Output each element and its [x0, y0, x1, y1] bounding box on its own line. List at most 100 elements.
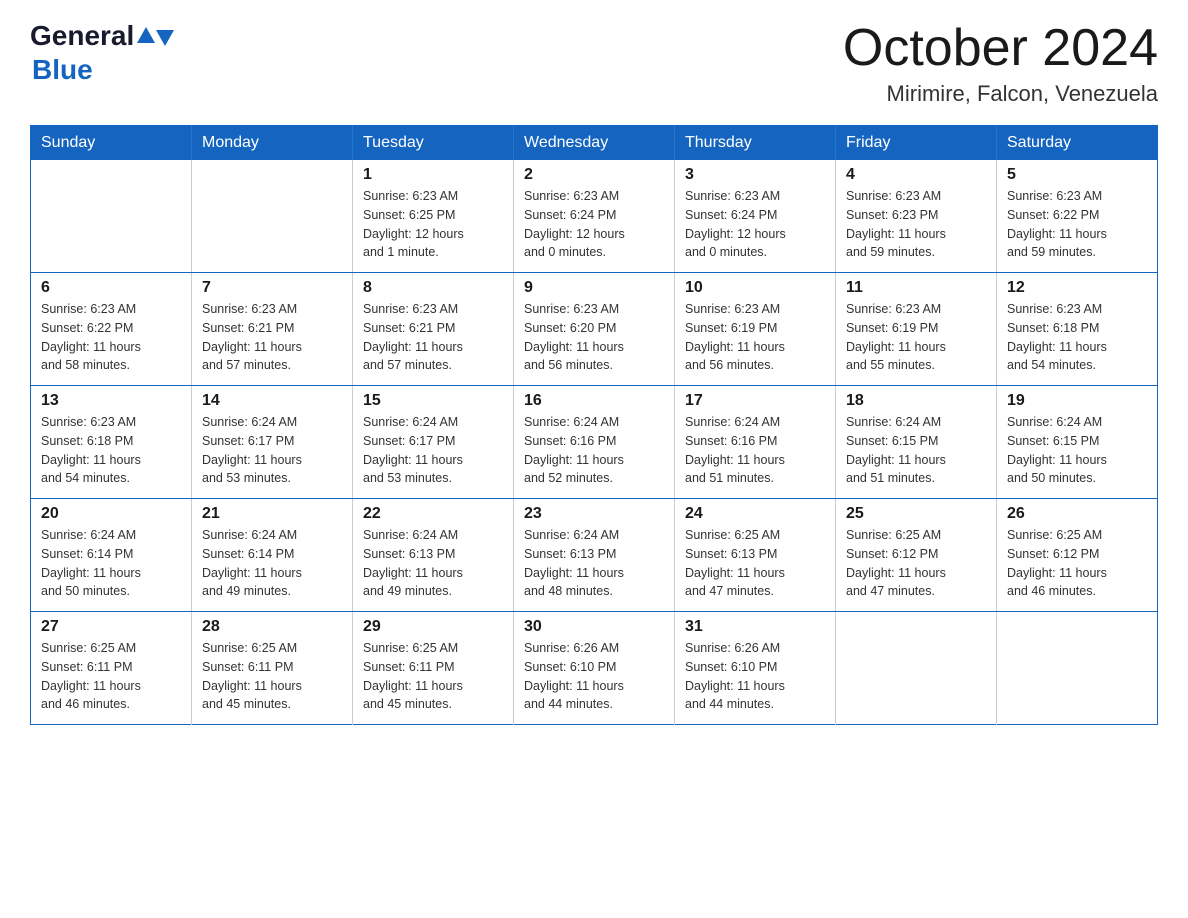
day-number: 27	[41, 618, 181, 636]
day-number: 2	[524, 166, 664, 184]
day-info: Sunrise: 6:23 AMSunset: 6:22 PMDaylight:…	[1007, 187, 1147, 262]
calendar-cell: 16Sunrise: 6:24 AMSunset: 6:16 PMDayligh…	[514, 386, 675, 499]
page-header: General Blue October 2024 Mirimire, Falc…	[30, 20, 1158, 107]
calendar-week-4: 20 Sunrise: 6:24 AMSunset: 6:14 PMDayligh…	[31, 499, 1158, 612]
calendar-cell: 3 Sunrise: 6:23 AMSunset: 6:24 PMDaylight…	[675, 160, 836, 273]
col-header-friday: Friday	[836, 126, 997, 161]
col-header-wednesday: Wednesday	[514, 126, 675, 161]
day-number: 22	[363, 505, 503, 523]
day-info: Sunrise: 6:24 AMSunset: 6:16 PMDaylight:…	[524, 413, 664, 488]
calendar-week-2: 6 Sunrise: 6:23 AMSunset: 6:22 PMDaylight…	[31, 273, 1158, 386]
day-info: Sunrise: 6:25 AMSunset: 6:12 PMDaylight:…	[1007, 526, 1147, 601]
col-header-saturday: Saturday	[997, 126, 1158, 161]
day-info: Sunrise: 6:25 AMSunset: 6:11 PMDaylight:…	[41, 639, 181, 714]
day-number: 12	[1007, 279, 1147, 297]
col-header-tuesday: Tuesday	[353, 126, 514, 161]
day-info: Sunrise: 6:24 AMSunset: 6:14 PMDaylight:…	[41, 526, 181, 601]
day-number: 21	[202, 505, 342, 523]
calendar-cell: 24Sunrise: 6:25 AMSunset: 6:13 PMDayligh…	[675, 499, 836, 612]
logo-triangle-icon	[156, 30, 174, 46]
calendar-week-5: 27 Sunrise: 6:25 AMSunset: 6:11 PMDayligh…	[31, 612, 1158, 725]
day-info: Sunrise: 6:23 AMSunset: 6:18 PMDaylight:…	[41, 413, 181, 488]
day-number: 4	[846, 166, 986, 184]
day-number: 13	[41, 392, 181, 410]
day-info: Sunrise: 6:23 AMSunset: 6:20 PMDaylight:…	[524, 300, 664, 375]
day-info: Sunrise: 6:25 AMSunset: 6:11 PMDaylight:…	[363, 639, 503, 714]
calendar-cell: 28 Sunrise: 6:25 AMSunset: 6:11 PMDayligh…	[192, 612, 353, 725]
calendar-cell: 21Sunrise: 6:24 AMSunset: 6:14 PMDayligh…	[192, 499, 353, 612]
calendar-cell: 18 Sunrise: 6:24 AMSunset: 6:15 PMDayligh…	[836, 386, 997, 499]
calendar-cell: 1Sunrise: 6:23 AMSunset: 6:25 PMDaylight…	[353, 160, 514, 273]
calendar-cell: 11 Sunrise: 6:23 AMSunset: 6:19 PMDayligh…	[836, 273, 997, 386]
day-number: 31	[685, 618, 825, 636]
calendar-cell: 15 Sunrise: 6:24 AMSunset: 6:17 PMDayligh…	[353, 386, 514, 499]
calendar-cell: 26 Sunrise: 6:25 AMSunset: 6:12 PMDayligh…	[997, 499, 1158, 612]
calendar-cell: 8 Sunrise: 6:23 AMSunset: 6:21 PMDaylight…	[353, 273, 514, 386]
day-info: Sunrise: 6:24 AMSunset: 6:16 PMDaylight:…	[685, 413, 825, 488]
day-info: Sunrise: 6:23 AMSunset: 6:19 PMDaylight:…	[685, 300, 825, 375]
calendar-cell: 29Sunrise: 6:25 AMSunset: 6:11 PMDayligh…	[353, 612, 514, 725]
day-info: Sunrise: 6:23 AMSunset: 6:24 PMDaylight:…	[685, 187, 825, 262]
calendar-cell	[192, 160, 353, 273]
day-number: 7	[202, 279, 342, 297]
calendar-week-3: 13 Sunrise: 6:23 AMSunset: 6:18 PMDayligh…	[31, 386, 1158, 499]
calendar-table: SundayMondayTuesdayWednesdayThursdayFrid…	[30, 125, 1158, 725]
calendar-cell: 22Sunrise: 6:24 AMSunset: 6:13 PMDayligh…	[353, 499, 514, 612]
calendar-cell: 5 Sunrise: 6:23 AMSunset: 6:22 PMDaylight…	[997, 160, 1158, 273]
title-area: October 2024 Mirimire, Falcon, Venezuela	[843, 20, 1158, 107]
calendar-cell	[836, 612, 997, 725]
day-number: 28	[202, 618, 342, 636]
day-info: Sunrise: 6:25 AMSunset: 6:11 PMDaylight:…	[202, 639, 342, 714]
day-number: 25	[846, 505, 986, 523]
location-title: Mirimire, Falcon, Venezuela	[843, 81, 1158, 107]
calendar-cell: 31Sunrise: 6:26 AMSunset: 6:10 PMDayligh…	[675, 612, 836, 725]
calendar-cell: 4 Sunrise: 6:23 AMSunset: 6:23 PMDaylight…	[836, 160, 997, 273]
col-header-thursday: Thursday	[675, 126, 836, 161]
day-number: 14	[202, 392, 342, 410]
day-info: Sunrise: 6:24 AMSunset: 6:13 PMDaylight:…	[524, 526, 664, 601]
calendar-cell: 19 Sunrise: 6:24 AMSunset: 6:15 PMDayligh…	[997, 386, 1158, 499]
day-info: Sunrise: 6:23 AMSunset: 6:18 PMDaylight:…	[1007, 300, 1147, 375]
day-info: Sunrise: 6:23 AMSunset: 6:22 PMDaylight:…	[41, 300, 181, 375]
day-info: Sunrise: 6:23 AMSunset: 6:24 PMDaylight:…	[524, 187, 664, 262]
calendar-cell: 23Sunrise: 6:24 AMSunset: 6:13 PMDayligh…	[514, 499, 675, 612]
calendar-cell: 10 Sunrise: 6:23 AMSunset: 6:19 PMDayligh…	[675, 273, 836, 386]
calendar-cell: 27 Sunrise: 6:25 AMSunset: 6:11 PMDayligh…	[31, 612, 192, 725]
day-number: 17	[685, 392, 825, 410]
day-info: Sunrise: 6:25 AMSunset: 6:12 PMDaylight:…	[846, 526, 986, 601]
day-number: 20	[41, 505, 181, 523]
day-number: 26	[1007, 505, 1147, 523]
month-title: October 2024	[843, 20, 1158, 77]
day-info: Sunrise: 6:25 AMSunset: 6:13 PMDaylight:…	[685, 526, 825, 601]
calendar-week-1: 1Sunrise: 6:23 AMSunset: 6:25 PMDaylight…	[31, 160, 1158, 273]
day-info: Sunrise: 6:23 AMSunset: 6:21 PMDaylight:…	[363, 300, 503, 375]
day-number: 19	[1007, 392, 1147, 410]
calendar-cell: 25 Sunrise: 6:25 AMSunset: 6:12 PMDayligh…	[836, 499, 997, 612]
day-info: Sunrise: 6:23 AMSunset: 6:23 PMDaylight:…	[846, 187, 986, 262]
day-number: 5	[1007, 166, 1147, 184]
logo-blue-text: Blue	[32, 54, 93, 85]
day-number: 6	[41, 279, 181, 297]
day-number: 11	[846, 279, 986, 297]
day-number: 8	[363, 279, 503, 297]
day-number: 9	[524, 279, 664, 297]
day-number: 30	[524, 618, 664, 636]
day-number: 3	[685, 166, 825, 184]
day-number: 1	[363, 166, 503, 184]
day-number: 15	[363, 392, 503, 410]
day-info: Sunrise: 6:24 AMSunset: 6:15 PMDaylight:…	[1007, 413, 1147, 488]
day-info: Sunrise: 6:24 AMSunset: 6:15 PMDaylight:…	[846, 413, 986, 488]
logo-general-text: General	[30, 20, 134, 52]
day-info: Sunrise: 6:26 AMSunset: 6:10 PMDaylight:…	[524, 639, 664, 714]
calendar-cell: 17 Sunrise: 6:24 AMSunset: 6:16 PMDayligh…	[675, 386, 836, 499]
col-header-monday: Monday	[192, 126, 353, 161]
day-info: Sunrise: 6:24 AMSunset: 6:17 PMDaylight:…	[363, 413, 503, 488]
day-number: 18	[846, 392, 986, 410]
calendar-cell	[997, 612, 1158, 725]
day-number: 10	[685, 279, 825, 297]
calendar-cell: 20 Sunrise: 6:24 AMSunset: 6:14 PMDayligh…	[31, 499, 192, 612]
logo: General	[30, 20, 174, 52]
day-info: Sunrise: 6:23 AMSunset: 6:19 PMDaylight:…	[846, 300, 986, 375]
calendar-cell: 7Sunrise: 6:23 AMSunset: 6:21 PMDaylight…	[192, 273, 353, 386]
col-header-sunday: Sunday	[31, 126, 192, 161]
